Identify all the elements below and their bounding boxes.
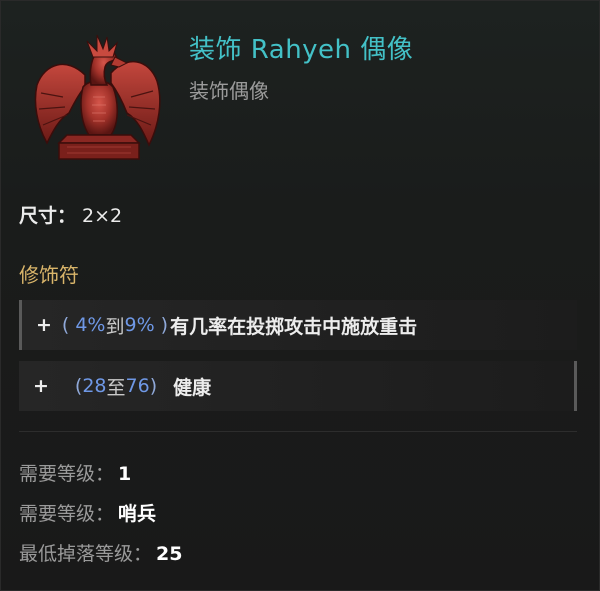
requirement-value: 1 [118,463,132,485]
modifiers-heading: 修饰符 [19,263,79,287]
requirement-row: 需要等级： 1 [19,459,131,486]
modifier-open-paren: ( [74,375,83,397]
size-label: 尺寸： [19,205,77,227]
modifier-row: + ( 4% 到 9% ) 有几率在投掷攻击中施放重击 [19,300,577,350]
item-subtitle: 装饰偶像 [189,79,269,103]
item-tooltip-panel: 装饰 Rahyeh 偶像 装饰偶像 尺寸： 2×2 修饰符 + ( 4% 到 9%… [0,0,600,591]
modifier-close-paren: ) [149,375,158,397]
section-divider [19,431,577,432]
modifier-description: 健康 [173,376,212,399]
requirement-value: 25 [156,543,183,565]
requirement-label: 最低掉落等级： [19,543,153,565]
modifier-row: + ( 28 至 76 ) 健康 [19,361,577,411]
requirement-row: 最低掉落等级： 25 [19,539,182,566]
modifier-plus: + [36,314,52,336]
requirement-value: 哨兵 [118,503,157,525]
requirement-label: 需要等级： [19,503,115,525]
size-value: 2×2 [82,205,123,227]
modifier-min-value: 28 [82,375,107,397]
red-dragon-statue-icon [27,27,167,167]
modifier-description: 有几率在投掷攻击中施放重击 [170,315,418,338]
modifier-max-value: 76 [125,375,150,397]
modifier-plus: + [33,375,49,397]
item-header: 装饰 Rahyeh 偶像 装饰偶像 [1,1,600,181]
requirement-label: 需要等级： [19,463,115,485]
modifier-close-paren: ) [160,314,169,336]
modifier-range-connector: 到 [105,315,125,338]
modifier-max-value: 9% [124,314,155,336]
item-size-row: 尺寸： 2×2 [19,201,122,228]
modifier-range-connector: 至 [106,376,126,399]
modifier-open-paren: ( [61,314,70,336]
item-title: 装饰 Rahyeh 偶像 [189,35,414,65]
requirement-row: 需要等级： 哨兵 [19,499,156,526]
modifier-min-value: 4% [75,314,106,336]
